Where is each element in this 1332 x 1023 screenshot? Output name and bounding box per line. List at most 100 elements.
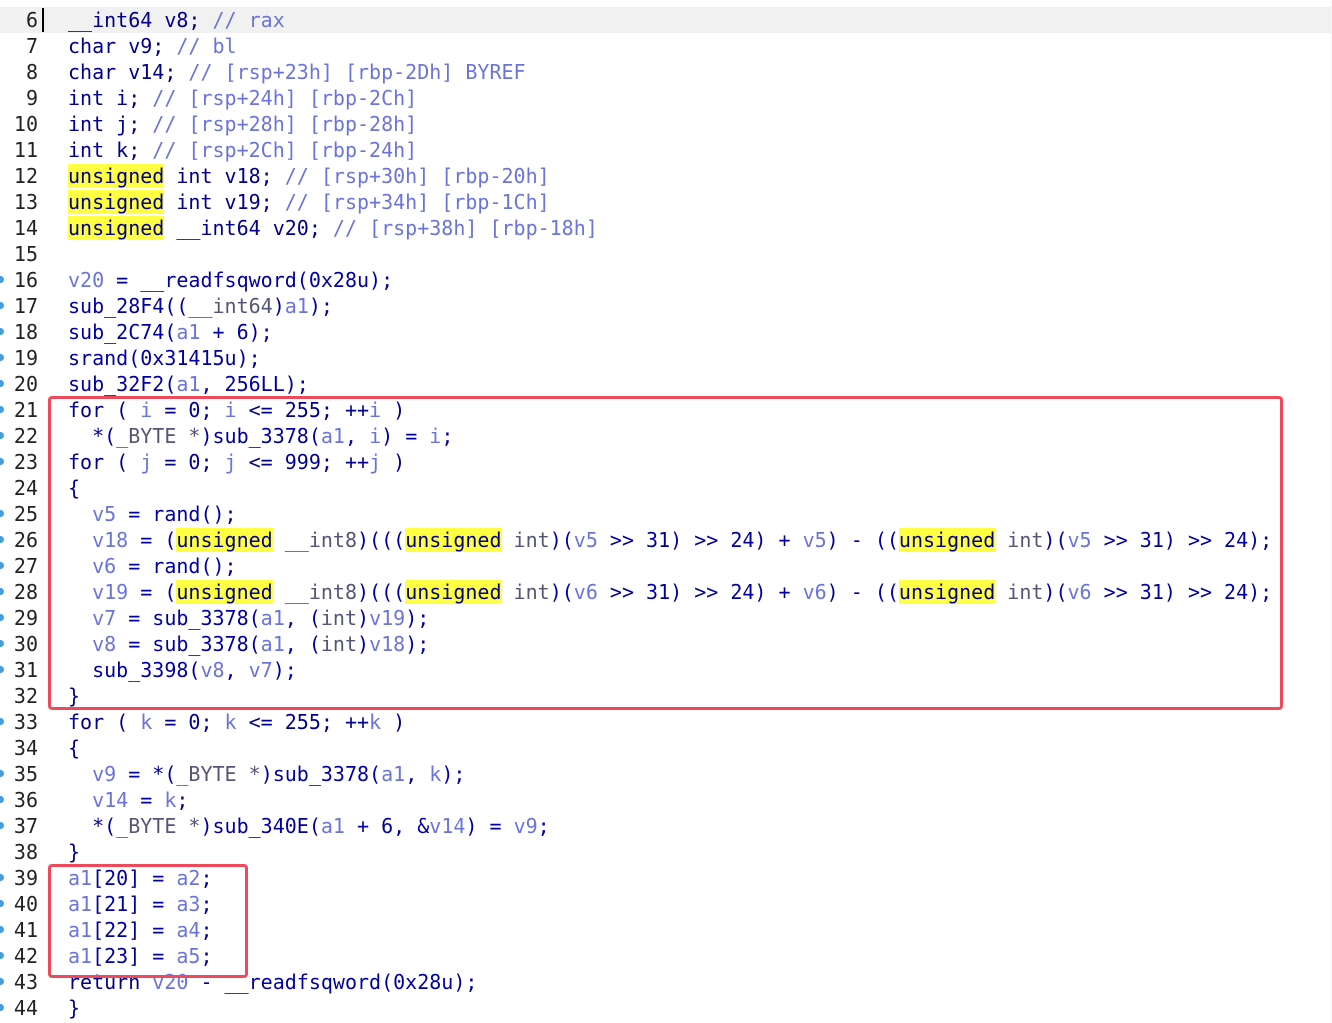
code-line[interactable]: 40 a1[21] = a3; [0, 891, 1332, 917]
line-number: 42 [13, 944, 38, 968]
code-line[interactable]: 31 sub_3398(v8, v7); [0, 657, 1332, 683]
line-number: 32 [13, 684, 38, 708]
code-token: char v9; [68, 34, 177, 58]
code-text: v6 = rand(); [68, 553, 237, 579]
code-token: return [68, 970, 153, 994]
line-number: 30 [13, 632, 38, 656]
code-token: // [rsp+23h] [rbp-2Dh] BYREF [188, 60, 526, 84]
code-line[interactable]: 25 v5 = rand(); [0, 501, 1332, 527]
code-line[interactable]: 38} [0, 839, 1332, 865]
code-line[interactable]: 10 int j; // [rsp+28h] [rbp-28h] [0, 111, 1332, 137]
code-token: a1 [68, 892, 93, 916]
code-line[interactable]: 36 v14 = k; [0, 787, 1332, 813]
line-number: 21 [13, 398, 38, 422]
code-token: v8 [68, 632, 117, 656]
code-line[interactable]: 43 return v20 - __readfsqword(0x28u); [0, 969, 1332, 995]
code-line[interactable]: 39 a1[20] = a2; [0, 865, 1332, 891]
code-token: [20] = [92, 866, 177, 890]
code-text: v7 = sub_3378(a1, (int)v19); [68, 605, 429, 631]
code-token: sub_3398( [68, 658, 201, 682]
code-token: >> 31) >> 24); [1091, 580, 1273, 604]
code-token: for ( [68, 398, 141, 422]
line-number: 27 [13, 554, 38, 578]
code-line[interactable]: 27 v6 = rand(); [0, 553, 1332, 579]
code-line[interactable]: 28 v19 = (unsigned __int8)(((unsigned in… [0, 579, 1332, 605]
code-line[interactable]: 6 __int64 v8; // rax [0, 7, 1332, 33]
code-line[interactable]: 29 v7 = sub_3378(a1, (int)v19); [0, 605, 1332, 631]
code-text: v18 = (unsigned __int8)(((unsigned int)(… [68, 527, 1272, 553]
code-line[interactable]: 41 a1[22] = a4; [0, 917, 1332, 943]
code-line[interactable]: 42 a1[23] = a5; [0, 943, 1332, 969]
code-token: = *( [116, 762, 177, 786]
code-line[interactable]: 9 int i; // [rsp+24h] [rbp-2Ch] [0, 85, 1332, 111]
code-token: a1 [68, 944, 93, 968]
code-text: } [68, 995, 80, 1021]
code-line[interactable]: 20 sub_32F2(a1, 256LL); [0, 371, 1332, 397]
code-token: a1 [260, 632, 285, 656]
code-line[interactable]: 21 for ( i = 0; i <= 255; ++i ) [0, 397, 1332, 423]
code-token: v6 [68, 554, 117, 578]
code-token: ); [405, 632, 430, 656]
line-number: 11 [13, 138, 38, 162]
code-text: char v9; // bl [68, 33, 237, 59]
code-line[interactable]: 17 sub_28F4((__int64)a1); [0, 293, 1332, 319]
code-token: v18 [68, 528, 129, 552]
code-line[interactable]: 30 v8 = sub_3378(a1, (int)v18); [0, 631, 1332, 657]
code-token: ); [308, 294, 333, 318]
code-line[interactable]: 35 v9 = *(_BYTE *)sub_3378(a1, k); [0, 761, 1332, 787]
code-line[interactable]: 37 *(_BYTE *)sub_340E(a1 + 6, &v14) = v9… [0, 813, 1332, 839]
code-text: for ( j = 0; j <= 999; ++j ) [68, 449, 405, 475]
line-number: 23 [13, 450, 38, 474]
code-line[interactable]: 26 v18 = (unsigned __int8)(((unsigned in… [0, 527, 1332, 553]
code-line[interactable]: 7 char v9; // bl [0, 33, 1332, 59]
code-token: int i; [68, 86, 153, 110]
code-line[interactable]: 32} [0, 683, 1332, 709]
code-line[interactable]: 11 int k; // [rsp+2Ch] [rbp-24h] [0, 137, 1332, 163]
code-token: } [68, 840, 81, 864]
code-token: ); [405, 606, 430, 630]
code-line[interactable]: 8 char v14; // [rsp+23h] [rbp-2Dh] BYREF [0, 59, 1332, 85]
code-token: [21] = [92, 892, 177, 916]
code-text: int i; // [rsp+24h] [rbp-2Ch] [68, 85, 417, 111]
code-text: v9 = *(_BYTE *)sub_3378(a1, k); [68, 761, 465, 787]
code-text: *(_BYTE *)sub_340E(a1 + 6, &v14) = v9; [68, 813, 550, 839]
pseudocode-view[interactable]: 6 __int64 v8; // rax 7 char v9; // bl 8 char … [0, 7, 1332, 1021]
code-token: i [369, 424, 382, 448]
code-token: v19 [68, 580, 129, 604]
code-text: return v20 - __readfsqword(0x28u); [68, 969, 477, 995]
code-line[interactable]: 22 *(_BYTE *)sub_3378(a1, i) = i; [0, 423, 1332, 449]
code-line[interactable]: 12 unsigned int v18; // [rsp+30h] [rbp-20… [0, 163, 1332, 189]
code-line[interactable]: 16 v20 = __readfsqword(0x28u); [0, 267, 1332, 293]
code-line[interactable]: 24 { [0, 475, 1332, 501]
code-line[interactable]: 19 srand(0x31415u); [0, 345, 1332, 371]
code-text: int k; // [rsp+2Ch] [rbp-24h] [68, 137, 417, 163]
code-token: int k; [68, 138, 153, 162]
code-line[interactable]: 13 unsigned int v19; // [rsp+34h] [rbp-1C… [0, 189, 1332, 215]
highlighted-token: unsigned [898, 580, 996, 604]
code-token: // [rsp+24h] [rbp-2Ch] [152, 86, 418, 110]
code-line[interactable]: 44} [0, 995, 1332, 1021]
code-token: >> 31) >> 24) + [597, 528, 803, 552]
code-token: ; [200, 866, 213, 890]
code-token: )((( [357, 528, 406, 552]
code-token: ; [200, 918, 213, 942]
code-line[interactable]: 34 { [0, 735, 1332, 761]
code-token: ); [441, 762, 466, 786]
highlighted-token: unsigned [898, 528, 996, 552]
code-line[interactable]: 15 [0, 241, 1332, 267]
code-line[interactable]: 18 sub_2C74(a1 + 6); [0, 319, 1332, 345]
code-token: k [429, 762, 442, 786]
code-line[interactable]: 14 unsigned __int64 v20; // [rsp+38h] [rb… [0, 215, 1332, 241]
code-token: ) [357, 606, 370, 630]
code-line[interactable]: 33 for ( k = 0; k <= 255; ++k ) [0, 709, 1332, 735]
line-number: 40 [13, 892, 38, 916]
code-token: ; [200, 892, 213, 916]
code-token: , ( [284, 632, 321, 656]
code-token: *( [68, 814, 117, 838]
code-token: a1 [176, 320, 201, 344]
code-token: [22] = [92, 918, 177, 942]
code-token: // [rsp+38h] [rbp-18h] [332, 216, 598, 240]
code-token: a1 [260, 606, 285, 630]
code-line[interactable]: 23 for ( j = 0; j <= 999; ++j ) [0, 449, 1332, 475]
code-text: unsigned int v18; // [rsp+30h] [rbp-20h] [68, 163, 550, 189]
